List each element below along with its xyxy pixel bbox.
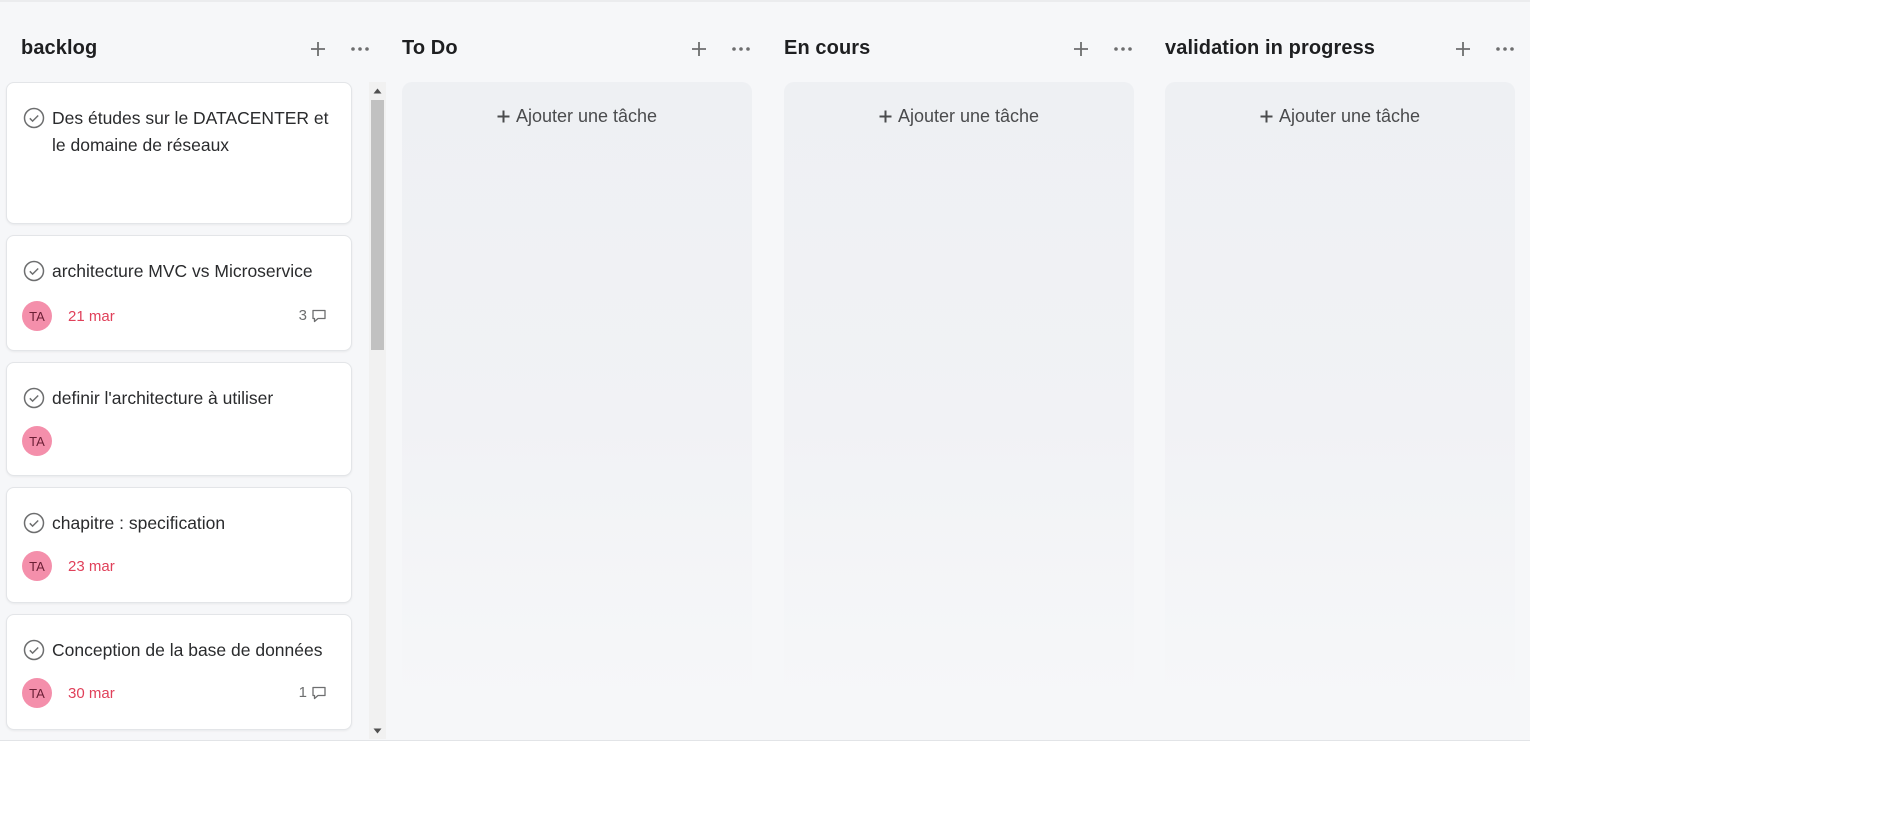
avatar[interactable]: TA bbox=[22, 678, 52, 708]
avatar[interactable]: TA bbox=[22, 551, 52, 581]
avatar[interactable]: TA bbox=[22, 426, 52, 456]
triangle-up-icon bbox=[373, 88, 382, 93]
backlog-scrollbar[interactable] bbox=[369, 82, 386, 739]
add-task-button[interactable] bbox=[1064, 32, 1098, 66]
column-lane-en-cours: Ajouter une tâche bbox=[784, 82, 1134, 702]
comment-count-value: 3 bbox=[298, 307, 307, 324]
task-title: Des études sur le DATACENTER et le domai… bbox=[52, 108, 329, 155]
ellipsis-icon bbox=[732, 47, 750, 51]
check-circle-icon[interactable] bbox=[23, 387, 45, 409]
kanban-board: backlog Des études sur le DATACENTER et … bbox=[0, 0, 1530, 741]
add-task-link[interactable]: Ajouter une tâche bbox=[402, 106, 752, 127]
add-task-button[interactable] bbox=[1446, 32, 1480, 66]
due-date[interactable]: 23 mar bbox=[68, 558, 115, 575]
speech-bubble-icon bbox=[312, 309, 326, 323]
comment-count[interactable]: 1 bbox=[299, 684, 327, 701]
task-card[interactable]: chapitre : specification TA 23 mar bbox=[6, 487, 352, 603]
plus-icon bbox=[1074, 42, 1088, 56]
column-header-backlog: backlog bbox=[21, 30, 97, 66]
column-menu-button[interactable] bbox=[1106, 32, 1140, 66]
task-card[interactable]: definir l'architecture à utiliser TA bbox=[6, 362, 352, 476]
column-header-en-cours: En cours bbox=[784, 30, 870, 66]
column-title: To Do bbox=[402, 36, 458, 59]
speech-bubble-icon bbox=[312, 686, 326, 700]
column-lane-to-do: Ajouter une tâche bbox=[402, 82, 752, 702]
scroll-down-arrow[interactable] bbox=[369, 722, 386, 739]
check-circle-icon[interactable] bbox=[23, 512, 45, 534]
due-date[interactable]: 30 mar bbox=[68, 685, 115, 702]
scrollbar-thumb[interactable] bbox=[371, 100, 384, 350]
ellipsis-icon bbox=[1496, 47, 1514, 51]
column-header-validation-in-progress: validation in progress bbox=[1165, 30, 1375, 66]
column-header-to-do: To Do bbox=[402, 30, 458, 66]
plus-icon bbox=[497, 110, 510, 123]
add-task-link[interactable]: Ajouter une tâche bbox=[784, 106, 1134, 127]
add-task-label: Ajouter une tâche bbox=[515, 106, 658, 126]
backlog-task-list: Des études sur le DATACENTER et le domai… bbox=[0, 82, 369, 739]
check-circle-icon[interactable] bbox=[23, 260, 45, 282]
plus-icon bbox=[1456, 42, 1470, 56]
column-title: backlog bbox=[21, 36, 98, 59]
task-title: definir l'architecture à utiliser bbox=[52, 388, 274, 408]
add-task-link[interactable]: Ajouter une tâche bbox=[1165, 106, 1515, 127]
ellipsis-icon bbox=[1114, 47, 1132, 51]
add-task-label: Ajouter une tâche bbox=[897, 106, 1040, 126]
plus-icon bbox=[692, 42, 706, 56]
add-task-button[interactable] bbox=[301, 32, 335, 66]
scroll-up-arrow[interactable] bbox=[369, 82, 386, 99]
column-menu-button[interactable] bbox=[724, 32, 758, 66]
task-title: Conception de la base de données bbox=[52, 640, 323, 660]
task-card[interactable]: Des études sur le DATACENTER et le domai… bbox=[6, 82, 352, 224]
check-circle-icon[interactable] bbox=[23, 639, 45, 661]
ellipsis-icon bbox=[351, 47, 369, 51]
add-task-label: Ajouter une tâche bbox=[1278, 106, 1421, 126]
column-menu-button[interactable] bbox=[343, 32, 377, 66]
add-task-button[interactable] bbox=[682, 32, 716, 66]
due-date[interactable]: 21 mar bbox=[68, 308, 115, 325]
check-circle-icon[interactable] bbox=[23, 107, 45, 129]
column-menu-button[interactable] bbox=[1488, 32, 1522, 66]
task-card[interactable]: Conception de la base de données TA 30 m… bbox=[6, 614, 352, 730]
triangle-down-icon bbox=[373, 728, 382, 733]
task-title: chapitre : specification bbox=[52, 513, 226, 533]
task-card[interactable]: architecture MVC vs Microservice TA 21 m… bbox=[6, 235, 352, 351]
comment-count-value: 1 bbox=[298, 684, 307, 701]
plus-icon bbox=[311, 42, 325, 56]
plus-icon bbox=[1260, 110, 1273, 123]
avatar[interactable]: TA bbox=[22, 301, 52, 331]
comment-count[interactable]: 3 bbox=[299, 307, 327, 324]
column-title: validation in progress bbox=[1165, 36, 1376, 59]
column-lane-validation-in-progress: Ajouter une tâche bbox=[1165, 82, 1515, 702]
plus-icon bbox=[879, 110, 892, 123]
column-title: En cours bbox=[784, 36, 871, 59]
task-title: architecture MVC vs Microservice bbox=[52, 261, 313, 281]
